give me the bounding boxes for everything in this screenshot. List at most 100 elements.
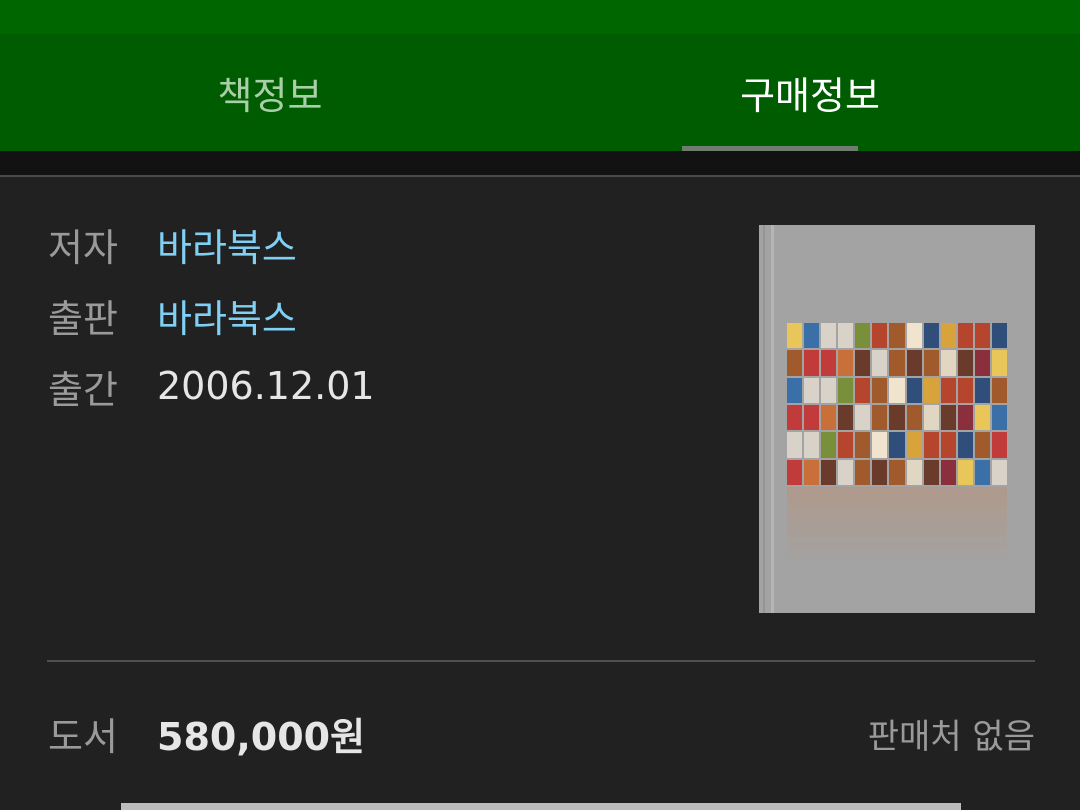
cover-tile xyxy=(855,459,871,485)
cover-tile xyxy=(923,432,939,458)
cover-tile xyxy=(838,350,854,376)
cover-tile xyxy=(940,350,956,376)
status-bar-strip xyxy=(0,0,1080,34)
cover-tile xyxy=(957,459,973,485)
cover-tile xyxy=(974,405,990,431)
cover-tile xyxy=(906,350,922,376)
header-divider xyxy=(0,175,1080,177)
cover-tile xyxy=(855,350,871,376)
cover-tile xyxy=(855,323,871,349)
cover-tile xyxy=(872,377,888,403)
cover-tile xyxy=(957,350,973,376)
cover-tile xyxy=(838,405,854,431)
cover-artwork-reflection xyxy=(787,487,1007,567)
cover-tile xyxy=(889,459,905,485)
cover-tile xyxy=(889,377,905,403)
author-row: 저자 바라북스 xyxy=(48,217,297,272)
cover-tile xyxy=(872,323,888,349)
cover-tile xyxy=(838,323,854,349)
cover-tile xyxy=(923,377,939,403)
cover-tile xyxy=(991,323,1007,349)
cover-tile xyxy=(821,405,837,431)
cover-tile xyxy=(940,432,956,458)
cover-tile xyxy=(804,432,820,458)
cover-tile xyxy=(991,432,1007,458)
cover-tile xyxy=(838,377,854,403)
cover-tile xyxy=(923,323,939,349)
cover-tile xyxy=(821,323,837,349)
cover-tile xyxy=(889,432,905,458)
book-cover-image[interactable] xyxy=(759,225,1035,613)
cover-tile xyxy=(838,432,854,458)
cover-tile xyxy=(787,459,803,485)
cover-tile xyxy=(821,377,837,403)
cover-tile xyxy=(804,405,820,431)
cover-tile xyxy=(974,323,990,349)
cover-tile xyxy=(872,459,888,485)
tab-bar: 책정보 구매정보 xyxy=(0,34,1080,151)
cover-tile xyxy=(906,405,922,431)
publisher-label: 출판 xyxy=(48,296,118,341)
cover-tile xyxy=(804,350,820,376)
cover-tile xyxy=(787,377,803,403)
cover-tile xyxy=(838,459,854,485)
cover-tile xyxy=(906,432,922,458)
release-date-label: 출간 xyxy=(48,367,118,412)
cover-tile xyxy=(804,323,820,349)
cover-tile xyxy=(804,377,820,403)
cover-tile xyxy=(872,405,888,431)
cover-tile xyxy=(940,323,956,349)
bottom-action-bar[interactable] xyxy=(121,803,961,810)
cover-tile xyxy=(804,459,820,485)
cover-tile xyxy=(872,350,888,376)
cover-tile xyxy=(855,405,871,431)
cover-tile xyxy=(787,350,803,376)
cover-tile xyxy=(974,350,990,376)
cover-tile xyxy=(974,377,990,403)
cover-tile xyxy=(787,323,803,349)
author-label: 저자 xyxy=(48,225,118,270)
cover-tile xyxy=(991,377,1007,403)
publisher-link[interactable]: 바라북스 xyxy=(157,288,297,343)
cover-tile xyxy=(821,432,837,458)
price-amount: 580,000원 xyxy=(157,714,366,759)
cover-tile xyxy=(889,405,905,431)
cover-tile xyxy=(991,405,1007,431)
cover-tile xyxy=(923,405,939,431)
cover-tile xyxy=(957,323,973,349)
cover-tile xyxy=(889,323,905,349)
cover-tile xyxy=(940,377,956,403)
cover-tile xyxy=(787,432,803,458)
publisher-row: 출판 바라북스 xyxy=(48,288,297,343)
cover-tile xyxy=(821,350,837,376)
cover-tile xyxy=(906,323,922,349)
cover-tile xyxy=(974,459,990,485)
cover-tile xyxy=(991,350,1007,376)
cover-tile xyxy=(991,459,1007,485)
tab-shadow-band xyxy=(0,151,1080,175)
tab-purchase-info[interactable]: 구매정보 xyxy=(540,34,1080,151)
cover-tile xyxy=(906,459,922,485)
section-divider xyxy=(47,660,1035,662)
cover-tile xyxy=(787,405,803,431)
author-link[interactable]: 바라북스 xyxy=(157,217,297,272)
cover-tile xyxy=(957,405,973,431)
cover-tile xyxy=(906,377,922,403)
cover-tile xyxy=(855,432,871,458)
cover-tile xyxy=(957,377,973,403)
cover-tile xyxy=(855,377,871,403)
tab-book-info[interactable]: 책정보 xyxy=(0,34,540,151)
cover-tile xyxy=(872,432,888,458)
cover-artwork-mosaic xyxy=(787,323,1007,485)
release-date-row: 출간 2006.12.01 xyxy=(48,361,375,412)
release-date-value: 2006.12.01 xyxy=(157,364,375,408)
cover-tile xyxy=(940,459,956,485)
cover-tile xyxy=(889,350,905,376)
seller-status[interactable]: 판매처 없음 xyxy=(868,706,1035,760)
cover-tile xyxy=(940,405,956,431)
cover-tile xyxy=(821,459,837,485)
cover-tile xyxy=(923,350,939,376)
cover-tile xyxy=(957,432,973,458)
price-type-label: 도서 xyxy=(48,714,118,759)
cover-tile xyxy=(974,432,990,458)
